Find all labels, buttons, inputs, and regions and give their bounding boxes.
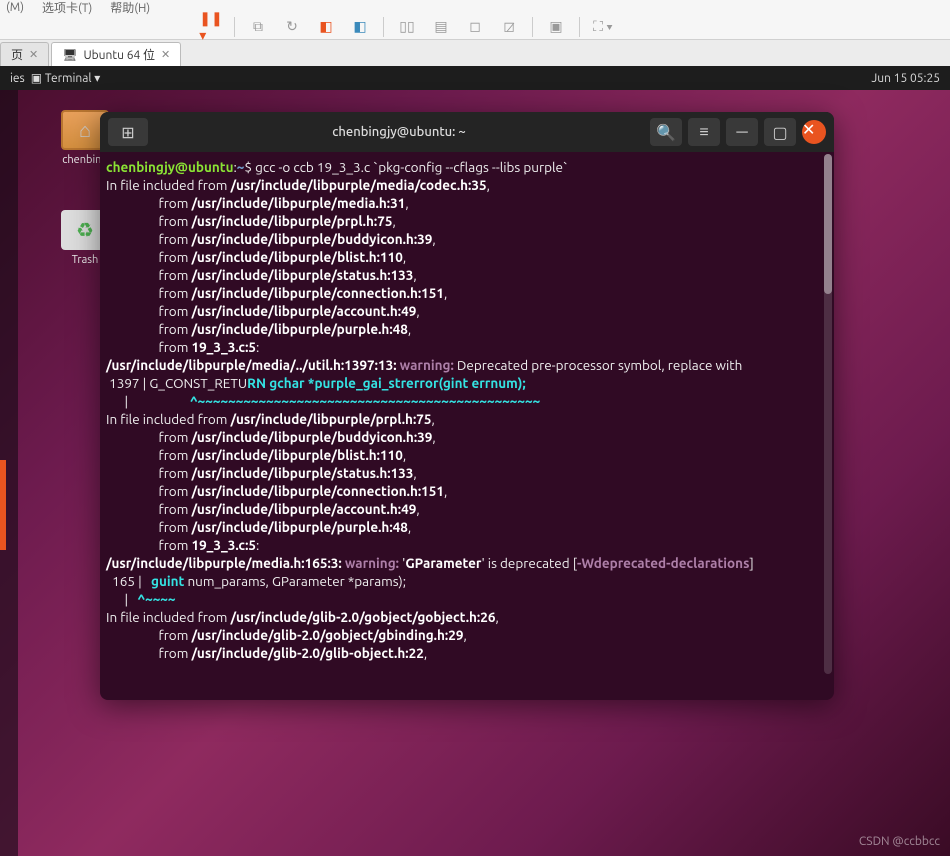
separator — [579, 17, 580, 37]
host-menu-bar: (M) 选项卡(T) 帮助(H) — [0, 0, 950, 14]
minimize-button[interactable]: ─ — [726, 118, 758, 146]
terminal-titlebar: ⊞ chenbingjy@ubuntu: ~ 🔍 ≡ ─ ▢ ✕ — [100, 112, 834, 152]
separator — [234, 17, 235, 37]
layout-icon-2[interactable]: ▤ — [430, 17, 452, 37]
close-icon[interactable]: ✕ — [161, 48, 170, 61]
search-button[interactable]: 🔍 — [650, 118, 682, 146]
vm-icon: 🖥 — [62, 48, 77, 62]
tool-icon[interactable]: ◧ — [315, 17, 337, 37]
layout-icon[interactable]: ▯▯ — [396, 17, 418, 37]
host-toolbar: ❚❚ ▾ ⧉ ↻ ◧ ◧ ▯▯ ▤ ◻ ◻̷ ▣ ⛶ ▾ — [0, 14, 950, 40]
terminal-body[interactable]: chenbingjy@ubuntu:~$ gcc -o ccb 19_3_3.c… — [100, 152, 834, 700]
tab-label: 页 — [11, 46, 23, 63]
menu-button[interactable]: ≡ — [688, 118, 720, 146]
maximize-button[interactable]: ▢ — [764, 118, 796, 146]
terminal-indicator[interactable]: ▣ Terminal ▾ — [31, 71, 101, 85]
separator — [532, 17, 533, 37]
clock[interactable]: Jun 15 05:25 — [871, 72, 940, 85]
menu-options[interactable]: 选项卡(T) — [42, 0, 92, 16]
menu-help[interactable]: 帮助(H) — [110, 0, 150, 16]
scrollbar-thumb[interactable] — [824, 154, 832, 294]
layout-icon-4[interactable]: ◻̷ — [498, 17, 520, 37]
close-icon[interactable]: ✕ — [29, 48, 38, 61]
terminal-title: chenbingjy@ubuntu: ~ — [154, 125, 644, 139]
tab-label: Ubuntu 64 位 — [83, 46, 155, 63]
menu-view[interactable]: (M) — [6, 1, 24, 14]
tab-home[interactable]: 页 ✕ — [0, 42, 49, 66]
tab-bar: 页 ✕ 🖥 Ubuntu 64 位 ✕ — [0, 40, 950, 66]
console-icon[interactable]: ▣ — [545, 17, 567, 37]
watermark: CSDN @ccbbcc — [859, 835, 940, 848]
revert-icon[interactable]: ↻ — [281, 17, 303, 37]
launcher-dock[interactable] — [0, 90, 18, 856]
pause-icon[interactable]: ❚❚ ▾ — [200, 17, 222, 37]
vm-viewport: ies ▣ Terminal ▾ Jun 15 05:25 ⌂ chenbing… — [0, 66, 950, 856]
terminal-window: ⊞ chenbingjy@ubuntu: ~ 🔍 ≡ ─ ▢ ✕ chenbin… — [100, 112, 834, 700]
close-button[interactable]: ✕ — [802, 120, 826, 144]
gnome-topbar: ies ▣ Terminal ▾ Jun 15 05:25 — [0, 66, 950, 90]
layout-icon-3[interactable]: ◻ — [464, 17, 486, 37]
snapshot-icon[interactable]: ⧉ — [247, 17, 269, 37]
tool-icon-2[interactable]: ◧ — [349, 17, 371, 37]
activities[interactable]: ies — [10, 72, 25, 85]
fullscreen-icon[interactable]: ⛶ ▾ — [592, 17, 614, 37]
desktop: ⌂ chenbing ♻ Trash ⊞ chenbingjy@ubuntu: … — [0, 90, 950, 856]
terminal-scrollbar[interactable] — [824, 154, 832, 674]
new-tab-button[interactable]: ⊞ — [108, 118, 148, 146]
separator — [383, 17, 384, 37]
dock-indicator — [0, 460, 6, 550]
tab-ubuntu[interactable]: 🖥 Ubuntu 64 位 ✕ — [51, 42, 181, 66]
